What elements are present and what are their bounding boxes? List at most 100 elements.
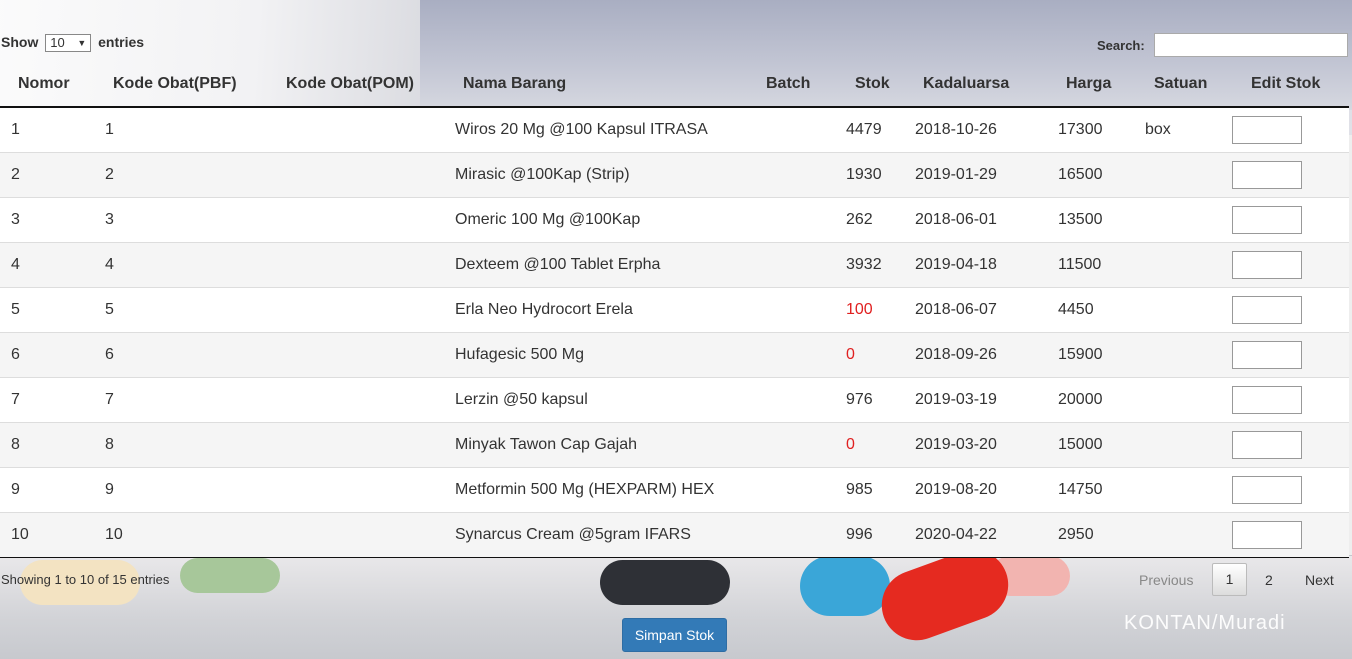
cell-kode-pbf: 1	[94, 106, 274, 153]
cell-edit-stok	[1226, 332, 1349, 378]
cell-kode-pbf: 8	[94, 422, 274, 468]
cell-stok: 262	[836, 197, 912, 243]
cell-kode-pbf: 3	[94, 197, 274, 243]
col-header-stok[interactable]: Stok	[836, 62, 912, 108]
cell-harga: 11500	[1045, 242, 1134, 288]
photo-watermark: KONTAN/Muradi	[1124, 612, 1286, 634]
cell-batch	[754, 197, 836, 243]
cell-satuan	[1134, 242, 1226, 288]
edit-stock-input[interactable]	[1232, 116, 1302, 144]
col-header-nama-barang[interactable]: Nama Barang	[444, 62, 754, 108]
cell-kode-pom	[274, 152, 444, 198]
cell-satuan	[1134, 332, 1226, 378]
cell-batch	[754, 377, 836, 423]
cell-kadaluarsa: 2019-01-29	[912, 152, 1045, 198]
col-header-batch[interactable]: Batch	[754, 62, 836, 108]
table-row: 2 2 Mirasic @100Kap (Strip) 1930 2019-01-29 1…	[0, 152, 1349, 198]
cell-stok: 100	[836, 287, 912, 333]
col-header-kadaluarsa[interactable]: Kadaluarsa	[912, 62, 1045, 108]
col-header-edit-stok[interactable]: Edit Stok	[1226, 62, 1349, 108]
cell-kadaluarsa: 2018-09-26	[912, 332, 1045, 378]
edit-stock-input[interactable]	[1232, 206, 1302, 234]
edit-stock-input[interactable]	[1232, 296, 1302, 324]
cell-edit-stok	[1226, 422, 1349, 468]
chevron-down-icon: ▼	[77, 38, 87, 49]
pagination-page-2[interactable]: 2	[1265, 572, 1273, 588]
cell-nomor: 6	[0, 332, 94, 378]
entries-select-value: 10	[50, 35, 65, 51]
cell-kadaluarsa: 2018-10-26	[912, 106, 1045, 153]
cell-batch	[754, 242, 836, 288]
edit-stock-input[interactable]	[1232, 386, 1302, 414]
table-header-row: Nomor Kode Obat(PBF) Kode Obat(POM) Nama…	[0, 62, 1349, 108]
entries-select[interactable]: 10 ▼	[45, 34, 92, 53]
cell-kadaluarsa: 2020-04-22	[912, 512, 1045, 558]
cell-nomor: 8	[0, 422, 94, 468]
cell-batch	[754, 287, 836, 333]
pagination-page-1[interactable]: 1	[1212, 563, 1247, 596]
cell-kode-pbf: 10	[94, 512, 274, 558]
edit-stock-input[interactable]	[1232, 251, 1302, 279]
cell-satuan	[1134, 422, 1226, 468]
length-menu-prefix: Show	[1, 34, 39, 50]
search-input[interactable]	[1154, 33, 1348, 57]
table-row: 6 6 Hufagesic 500 Mg 0 2018-09-26 15900	[0, 332, 1349, 378]
cell-kode-pbf: 2	[94, 152, 274, 198]
cell-harga: 17300	[1045, 106, 1134, 153]
cell-batch	[754, 106, 836, 153]
col-header-kode-pom[interactable]: Kode Obat(POM)	[274, 62, 444, 108]
cell-edit-stok	[1226, 377, 1349, 423]
cell-satuan: box	[1134, 106, 1226, 153]
pagination-previous[interactable]: Previous	[1139, 572, 1193, 588]
cell-satuan	[1134, 287, 1226, 333]
cell-kode-pom	[274, 287, 444, 333]
edit-stock-input[interactable]	[1232, 431, 1302, 459]
edit-stock-input[interactable]	[1232, 161, 1302, 189]
cell-harga: 15900	[1045, 332, 1134, 378]
table-row: 10 10 Synarcus Cream @5gram IFARS 996 2020-0…	[0, 512, 1349, 558]
cell-edit-stok	[1226, 152, 1349, 198]
cell-kode-pom	[274, 332, 444, 378]
pagination-next[interactable]: Next	[1305, 572, 1334, 588]
col-header-harga[interactable]: Harga	[1045, 62, 1134, 108]
cell-edit-stok	[1226, 106, 1349, 153]
cell-kode-pbf: 7	[94, 377, 274, 423]
cell-edit-stok	[1226, 242, 1349, 288]
edit-stock-input[interactable]	[1232, 476, 1302, 504]
cell-kode-pom	[274, 512, 444, 558]
col-header-satuan[interactable]: Satuan	[1134, 62, 1226, 108]
col-header-nomor[interactable]: Nomor	[0, 62, 94, 108]
table-row: 5 5 Erla Neo Hydrocort Erela 100 2018-06-07 4…	[0, 287, 1349, 333]
cell-kode-pbf: 5	[94, 287, 274, 333]
table-row: 4 4 Dexteem @100 Tablet Erpha 3932 2019-04-1…	[0, 242, 1349, 288]
cell-nama-barang: Hufagesic 500 Mg	[444, 332, 754, 378]
cell-edit-stok	[1226, 467, 1349, 513]
cell-nama-barang: Omeric 100 Mg @100Kap	[444, 197, 754, 243]
col-header-kode-pbf[interactable]: Kode Obat(PBF)	[94, 62, 274, 108]
cell-stok: 976	[836, 377, 912, 423]
cell-stok: 985	[836, 467, 912, 513]
edit-stock-input[interactable]	[1232, 521, 1302, 549]
cell-nomor: 1	[0, 106, 94, 153]
table-row: 1 1 Wiros 20 Mg @100 Kapsul ITRASA 4479 2018…	[0, 106, 1349, 153]
cell-kode-pbf: 9	[94, 467, 274, 513]
table-row: 9 9 Metformin 500 Mg (HEXPARM) HEX 985 2019-…	[0, 467, 1349, 513]
cell-nama-barang: Erla Neo Hydrocort Erela	[444, 287, 754, 333]
cell-satuan	[1134, 467, 1226, 513]
save-stock-button[interactable]: Simpan Stok	[622, 618, 727, 652]
cell-stok: 1930	[836, 152, 912, 198]
cell-satuan	[1134, 152, 1226, 198]
cell-nomor: 9	[0, 467, 94, 513]
edit-stock-input[interactable]	[1232, 341, 1302, 369]
cell-nama-barang: Dexteem @100 Tablet Erpha	[444, 242, 754, 288]
cell-kadaluarsa: 2019-03-20	[912, 422, 1045, 468]
cell-stok: 4479	[836, 106, 912, 153]
cell-stok: 3932	[836, 242, 912, 288]
cell-harga: 20000	[1045, 377, 1134, 423]
cell-nomor: 2	[0, 152, 94, 198]
cell-nomor: 10	[0, 512, 94, 558]
cell-nama-barang: Minyak Tawon Cap Gajah	[444, 422, 754, 468]
cell-kode-pom	[274, 106, 444, 153]
cell-satuan	[1134, 197, 1226, 243]
length-menu: Show 10 ▼ entries	[1, 34, 144, 53]
